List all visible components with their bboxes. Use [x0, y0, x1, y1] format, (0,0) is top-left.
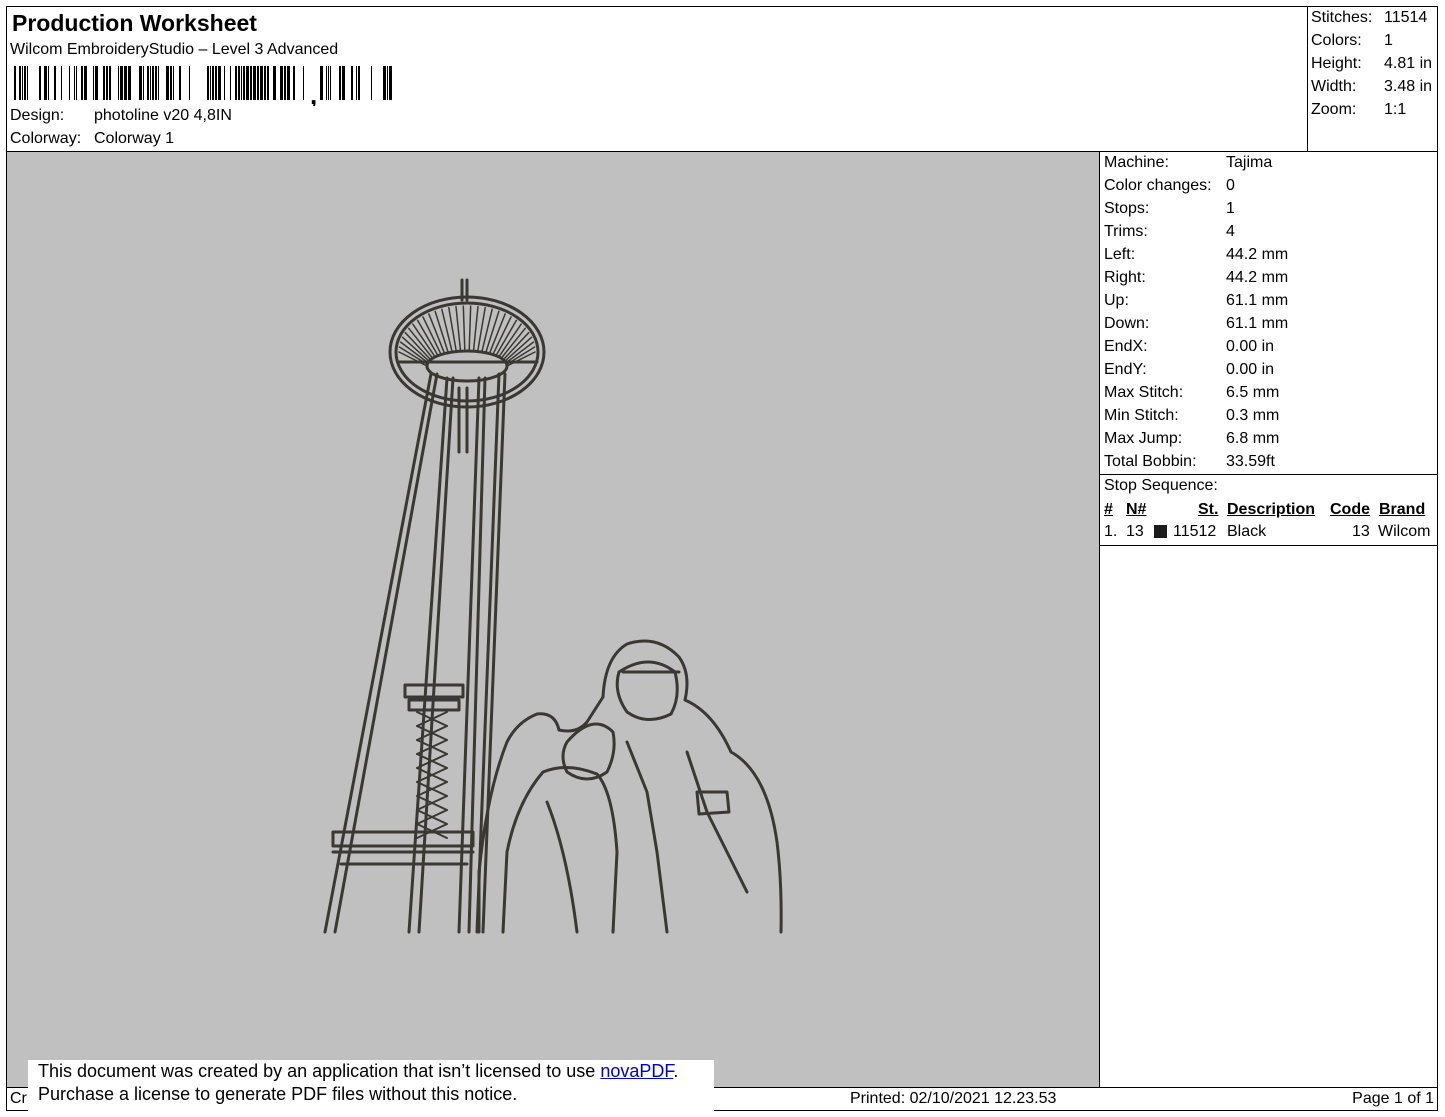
info-row: Machine: Tajima — [1104, 154, 1272, 172]
info-label: EndX: — [1104, 338, 1148, 355]
info-row: Left: 44.2 mm — [1104, 246, 1288, 264]
footer-printed-date: Printed: 02/10/2021 12.23.53 — [850, 1090, 1057, 1107]
info-row: Up: 61.1 mm — [1104, 292, 1288, 310]
cell-description: Black — [1227, 523, 1267, 540]
info-row: Trims: 4 — [1104, 223, 1235, 241]
col-num: # — [1104, 501, 1113, 518]
info-label: Max Jump: — [1104, 430, 1183, 447]
design-preview — [7, 152, 1100, 1087]
info-value: 61.1 mm — [1226, 292, 1289, 309]
cell-needle: 13 — [1126, 523, 1144, 540]
info-label: Up: — [1104, 292, 1129, 309]
info-value: Tajima — [1226, 154, 1273, 171]
divider — [1100, 474, 1438, 475]
stat-row: Width: 3.48 in — [1311, 78, 1432, 96]
worksheet-header: Production Worksheet Wilcom EmbroiderySt… — [6, 6, 1438, 152]
info-label: Trims: — [1104, 223, 1148, 240]
software-name: Wilcom EmbroideryStudio – Level 3 Advanc… — [10, 41, 339, 58]
info-label: Right: — [1104, 269, 1146, 286]
stat-label: Width: — [1311, 78, 1357, 95]
info-value: 1 — [1226, 200, 1235, 217]
design-value: photoline v20 4,8IN — [94, 107, 232, 124]
info-label: Total Bobbin: — [1104, 453, 1197, 470]
info-label: Stops: — [1104, 200, 1150, 217]
design-row: Design: photoline v20 4,8IN — [10, 107, 232, 125]
divider — [1100, 545, 1438, 546]
info-value: 44.2 mm — [1226, 269, 1289, 286]
info-value: 4 — [1226, 223, 1235, 240]
info-label: EndY: — [1104, 361, 1147, 378]
stat-row: Colors: 1 — [1311, 32, 1393, 50]
license-notice: This document was created by an applicat… — [28, 1060, 714, 1112]
col-needle: N# — [1126, 501, 1147, 518]
stat-value: 4.81 in — [1384, 55, 1433, 72]
info-value: 0.00 in — [1226, 338, 1275, 355]
col-stitches: St. — [1198, 501, 1219, 518]
stat-value: 3.48 in — [1384, 78, 1433, 95]
stats-panel: Stitches: 11514 Colors: 1 Height: 4.81 in W… — [1307, 6, 1438, 152]
info-label: Machine: — [1104, 154, 1169, 171]
info-label: Max Stitch: — [1104, 384, 1184, 401]
info-value: 6.5 mm — [1226, 384, 1280, 401]
novapdf-link[interactable]: novaPDF — [600, 1061, 673, 1081]
colorway-label: Colorway: — [10, 130, 82, 147]
stat-label: Colors: — [1311, 32, 1362, 49]
footer-created: Cr — [10, 1090, 27, 1107]
info-row: EndX: 0.00 in — [1104, 338, 1274, 356]
notice-line-2: Purchase a license to generate PDF files… — [38, 1084, 518, 1104]
stat-row: Zoom: 1:1 — [1311, 101, 1406, 119]
cell-brand: Wilcom — [1378, 523, 1431, 540]
info-value: 33.59ft — [1226, 453, 1275, 470]
info-label: Min Stitch: — [1104, 407, 1179, 424]
col-description: Description — [1227, 501, 1316, 518]
info-row: Right: 44.2 mm — [1104, 269, 1288, 287]
color-swatch — [1154, 525, 1167, 538]
page-title: Production Worksheet — [12, 10, 257, 36]
info-value: 0 — [1226, 177, 1235, 194]
info-row: Min Stitch: 0.3 mm — [1104, 407, 1279, 425]
stat-label: Height: — [1311, 55, 1362, 72]
notice-text: This document was created by an applicat… — [38, 1061, 601, 1081]
svg-text:,: , — [310, 80, 317, 106]
embroidery-illustration — [323, 278, 783, 934]
stop-sequence-label: Stop Sequence: — [1104, 477, 1218, 494]
info-value: 61.1 mm — [1226, 315, 1289, 332]
notice-line-1: This document was created by an applicat… — [38, 1060, 714, 1083]
info-row: EndY: 0.00 in — [1104, 361, 1274, 379]
cell-code: 13 — [1352, 523, 1370, 540]
cell-num: 1. — [1104, 523, 1118, 540]
info-row: Max Jump: 6.8 mm — [1104, 430, 1279, 448]
notice-text: . — [673, 1061, 679, 1081]
info-value: 0.00 in — [1226, 361, 1275, 378]
stat-value: 1 — [1384, 32, 1393, 49]
stat-label: Stitches: — [1311, 9, 1373, 26]
info-label: Color changes: — [1104, 177, 1212, 194]
info-value: 6.8 mm — [1226, 430, 1280, 447]
info-label: Left: — [1104, 246, 1136, 263]
stat-value: 1:1 — [1384, 101, 1407, 118]
footer-page-number: Page 1 of 1 — [1352, 1090, 1434, 1107]
colorway-value: Colorway 1 — [94, 130, 175, 147]
colorway-row: Colorway: Colorway 1 — [10, 130, 174, 148]
info-row: Color changes: 0 — [1104, 177, 1235, 195]
barcode-image: , — [14, 66, 392, 106]
info-row: Max Stitch: 6.5 mm — [1104, 384, 1279, 402]
design-label: Design: — [10, 107, 65, 124]
info-row: Total Bobbin: 33.59ft — [1104, 453, 1275, 471]
info-row: Stops: 1 — [1104, 200, 1235, 218]
info-row: Down: 61.1 mm — [1104, 315, 1288, 333]
col-brand: Brand — [1379, 501, 1426, 518]
col-code: Code — [1330, 501, 1370, 518]
machine-info-panel: Machine: Tajima Color changes: 0 Stops: 1 T… — [1100, 152, 1438, 1087]
info-value: 44.2 mm — [1226, 246, 1289, 263]
info-value: 0.3 mm — [1226, 407, 1280, 424]
stat-value: 11514 — [1384, 9, 1428, 26]
stat-row: Height: 4.81 in — [1311, 55, 1432, 73]
cell-stitches: 11512 — [1173, 523, 1217, 540]
stat-row: Stitches: 11514 — [1311, 9, 1427, 27]
info-label: Down: — [1104, 315, 1150, 332]
stat-label: Zoom: — [1311, 101, 1357, 118]
